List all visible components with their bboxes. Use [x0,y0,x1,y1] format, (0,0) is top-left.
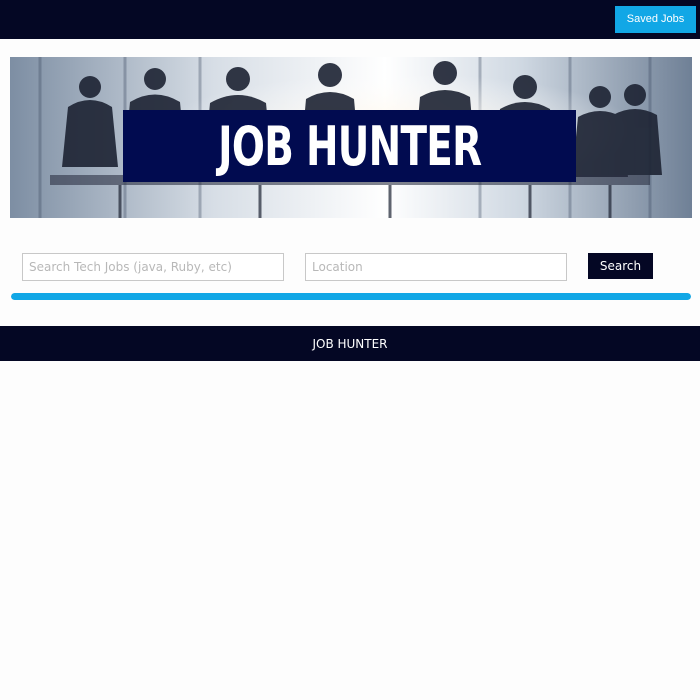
hero-title: JOB HUNTER [217,114,482,178]
progress-bar-fill [11,293,691,300]
top-nav-bar: Saved Jobs [0,0,700,39]
hero-banner: JOB HUNTER [10,57,692,218]
footer-text: JOB HUNTER [312,336,388,351]
keyword-search-input[interactable] [22,253,284,281]
hero-title-box: JOB HUNTER [123,110,576,182]
location-input[interactable] [305,253,567,281]
saved-jobs-button[interactable]: Saved Jobs [615,6,696,33]
search-button[interactable]: Search [588,253,653,279]
footer-bar: JOB HUNTER [0,326,700,361]
progress-bar [11,293,691,300]
